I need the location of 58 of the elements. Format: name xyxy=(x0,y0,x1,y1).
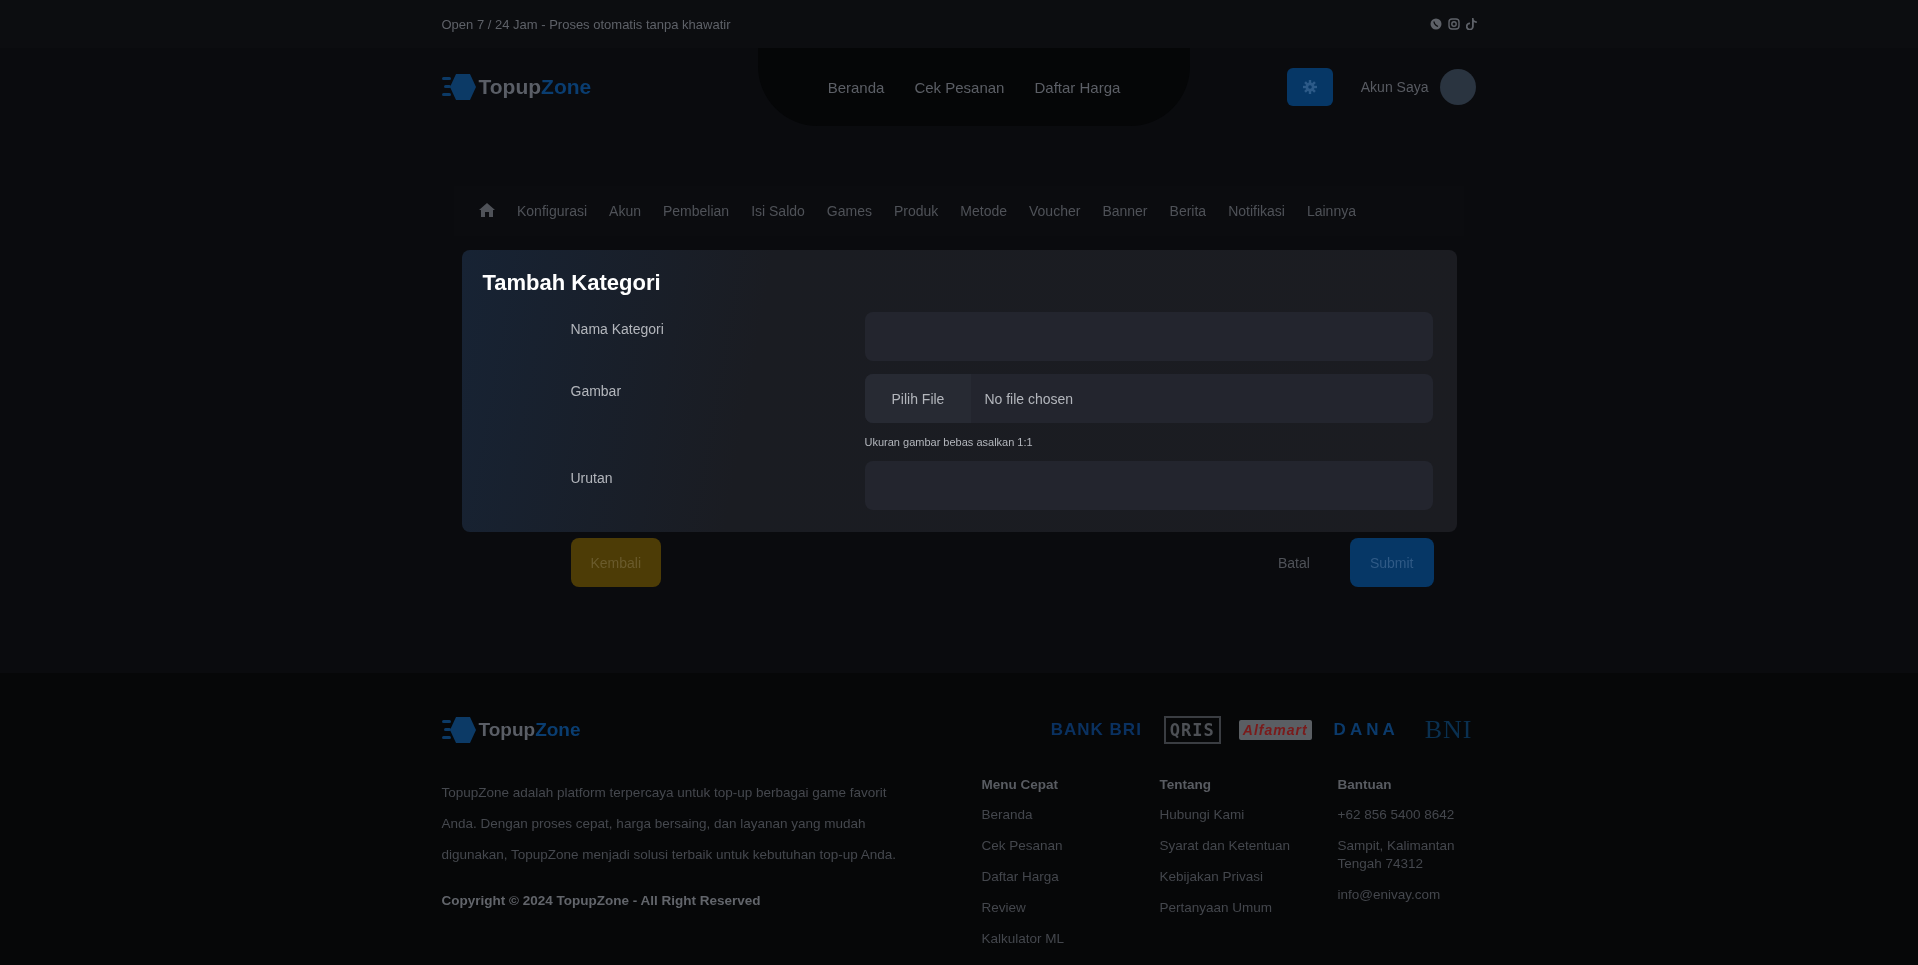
footer-link[interactable]: Beranda xyxy=(981,806,1160,824)
footer-heading: Menu Cepat xyxy=(981,777,1059,792)
footer-link[interactable]: Kebijakan Privasi xyxy=(1159,868,1338,886)
footer-link[interactable]: Syarat dan Ketentuan xyxy=(1159,837,1338,855)
footer-link[interactable]: Pertanyaan Umum xyxy=(1159,899,1338,917)
choose-file-button[interactable]: Pilih File xyxy=(864,374,972,423)
footer-link[interactable]: Sampit, Kalimantan Tengah 74312 xyxy=(1337,837,1468,873)
tiktok-icon[interactable] xyxy=(1465,18,1477,30)
home-link[interactable] xyxy=(479,202,495,220)
logo[interactable]: TopupZone xyxy=(441,715,581,745)
menu-link[interactable]: Games xyxy=(826,203,872,219)
payment-logo: Alfamart xyxy=(1238,720,1312,740)
menu-link[interactable]: Banner xyxy=(1102,203,1148,219)
footer-link[interactable]: info@enivay.com xyxy=(1337,886,1468,904)
payment-logo: BANK BRI xyxy=(1049,719,1143,741)
menu-link[interactable]: Pembelian xyxy=(662,203,730,219)
menu-link[interactable]: Berita xyxy=(1169,203,1207,219)
footer-link[interactable]: Review xyxy=(981,899,1160,917)
modal-title: Tambah Kategori xyxy=(482,270,662,296)
file-input[interactable]: Pilih File No file chosen xyxy=(864,374,1433,423)
menu-link[interactable]: Konfigurasi xyxy=(517,203,588,219)
copyright-text: Copyright © 2024 TopupZone - All Right Reserved xyxy=(441,893,762,908)
whatsapp-icon[interactable] xyxy=(1429,18,1442,30)
footer-link[interactable]: +62 856 5400 8642 xyxy=(1337,806,1468,824)
footer-link[interactable]: Kalkulator ML xyxy=(981,930,1160,948)
field-label: Urutan xyxy=(570,469,614,488)
menu-link[interactable]: Akun xyxy=(609,203,641,219)
payment-logo: BNI xyxy=(1423,714,1474,746)
cancel-button[interactable]: Batal xyxy=(1258,538,1330,587)
account-link[interactable]: Akun Saya xyxy=(1360,79,1429,95)
field-label: Gambar xyxy=(570,382,623,401)
menu-link[interactable]: Notifikasi xyxy=(1228,203,1285,219)
file-status-text: No file chosen xyxy=(984,390,1074,407)
announcement-text: Open 7 / 24 Jam - Proses otomatis tanpa khawatir xyxy=(441,16,731,32)
footer-link[interactable]: Daftar Harga xyxy=(981,868,1160,886)
home-icon xyxy=(479,202,495,217)
payment-logo: DANA xyxy=(1332,719,1400,741)
menu-link[interactable]: Lainnya xyxy=(1306,203,1356,219)
menu-link[interactable]: Produk xyxy=(893,203,939,219)
logo[interactable]: TopupZone xyxy=(441,72,592,102)
nav-link[interactable]: Cek Pesanan xyxy=(914,78,1005,96)
footer-description: TopupZone adalah platform terpercaya untuk top-up berbagai game favorit Anda. Dengan proses cepat, harga bersaing, dan layanan yang mudah digunakan, TopupZone menjadi solusi terbaik untuk kebutuhan top-up Anda. xyxy=(441,784,898,864)
nav-link[interactable]: Daftar Harga xyxy=(1034,78,1121,96)
settings-icon xyxy=(1302,80,1317,94)
menu-link[interactable]: Metode xyxy=(960,203,1007,219)
avatar[interactable] xyxy=(1440,69,1477,105)
menu-link[interactable]: Isi Saldo xyxy=(751,203,805,219)
footer-heading: Bantuan xyxy=(1337,777,1393,792)
footer-link[interactable]: Hubungi Kami xyxy=(1159,806,1338,824)
footer-heading: Tentang xyxy=(1159,777,1212,792)
hint-text: Ukuran gambar bebas asalkan 1:1 xyxy=(864,436,1034,448)
field-label: Nama Kategori xyxy=(570,320,665,339)
payment-logo: QRIS xyxy=(1163,716,1221,744)
menu-link[interactable]: Voucher xyxy=(1029,203,1081,219)
footer-link[interactable]: Cek Pesanan xyxy=(981,837,1160,855)
settings-button[interactable] xyxy=(1286,68,1333,106)
instagram-icon[interactable] xyxy=(1447,18,1460,30)
nav-link[interactable]: Beranda xyxy=(827,78,885,96)
